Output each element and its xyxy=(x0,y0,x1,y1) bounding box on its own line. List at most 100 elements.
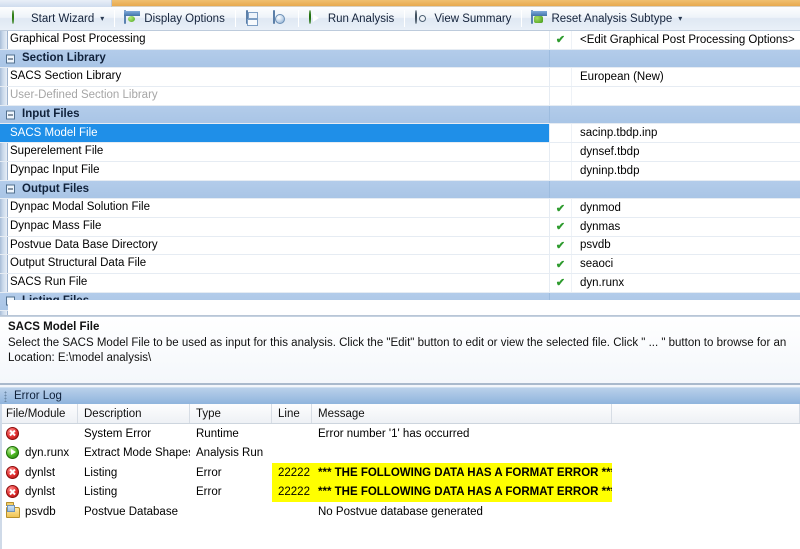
grid-row-name-cell[interactable]: Postvue Data Base Directory xyxy=(0,236,550,255)
grid-item-row[interactable]: Dynpac Modal Solution File ✔ dynmod xyxy=(0,199,800,218)
error-log-empty-area xyxy=(0,527,800,549)
column-header-description[interactable]: Description xyxy=(78,404,190,423)
grid-item-row[interactable]: Output Structural Data File ✔ seaoci xyxy=(0,255,800,274)
grid-row-name-cell[interactable]: Superelement File xyxy=(0,143,550,161)
reset-analysis-subtype-button[interactable]: Reset Analysis Subtype ▾ xyxy=(526,9,687,29)
grid-row-checkmark-icon[interactable] xyxy=(550,68,572,87)
start-wizard-chevron-down-icon[interactable]: ▾ xyxy=(100,14,104,23)
grid-row-label: SACS Model File xyxy=(10,126,98,139)
save-icon xyxy=(245,9,261,27)
grid-row-checkmark-icon[interactable] xyxy=(550,106,572,124)
grid-item-row[interactable]: Superelement File dynsef.tbdp xyxy=(0,143,800,162)
grid-row-checkmark-icon[interactable]: ✔ xyxy=(550,217,572,236)
grid-row-name-cell[interactable]: Dynpac Mass File xyxy=(0,217,550,236)
grid-item-row[interactable]: Graphical Post Processing ✔ <Edit Graphica… xyxy=(0,31,800,50)
grid-row-value-cell[interactable] xyxy=(572,181,800,199)
error-icon xyxy=(6,485,21,499)
grid-row-value-cell[interactable]: seaoci xyxy=(572,255,800,273)
grid-row-value-cell[interactable]: dynsef.tbdp xyxy=(572,143,800,161)
grid-row-value-cell[interactable]: dynmod xyxy=(572,199,800,217)
grid-item-row[interactable]: Dynpac Mass File ✔ dynmas xyxy=(0,217,800,237)
grid-group-row[interactable]: Input Files xyxy=(0,105,800,125)
error-log-row[interactable]: psvdb Postvue Database No Postvue database… xyxy=(0,502,800,522)
grid-row-value-cell[interactable]: psvdb xyxy=(572,237,800,255)
grid-row-value-cell[interactable] xyxy=(572,106,800,124)
reset-analysis-subtype-chevron-down-icon[interactable]: ▾ xyxy=(678,14,682,23)
grid-row-checkmark-icon[interactable]: ✔ xyxy=(550,31,572,49)
column-header-file-module[interactable]: File/Module xyxy=(0,404,78,423)
grid-row-value-cell[interactable] xyxy=(572,50,800,68)
error-log-cell-line xyxy=(272,502,312,522)
grid-row-value-cell[interactable] xyxy=(572,87,800,105)
grid-row-checkmark-icon[interactable] xyxy=(550,124,572,143)
error-log-cell-file: dyn.runx xyxy=(0,444,78,464)
grid-row-name-cell[interactable]: SACS Run File xyxy=(0,273,550,292)
grid-item-row[interactable]: SACS Section Library European (New) xyxy=(0,68,800,88)
grid-row-name-cell[interactable]: User-Defined Section Library xyxy=(0,87,550,105)
grid-item-row[interactable]: User-Defined Section Library xyxy=(0,87,800,106)
grid-item-row[interactable]: Dynpac Input File dyninp.tbdp xyxy=(0,161,800,181)
grid-row-value-cell[interactable]: European (New) xyxy=(572,68,800,86)
column-header-extra[interactable] xyxy=(612,404,800,423)
grid-row-label: SACS Section Library xyxy=(10,70,122,83)
grid-row-name-cell[interactable]: Dynpac Modal Solution File xyxy=(0,199,550,217)
grid-row-name-cell[interactable]: Input Files xyxy=(0,105,550,124)
grid-row-value-cell[interactable]: <Edit Graphical Post Processing Options> xyxy=(572,31,800,49)
grid-row-value-cell[interactable]: dyninp.tbdp xyxy=(572,162,800,180)
run-analysis-button[interactable]: Run Analysis xyxy=(303,9,399,29)
grid-item-row[interactable]: SACS Run File ✔ dyn.runx xyxy=(0,273,800,293)
grid-row-checkmark-icon[interactable] xyxy=(550,50,572,68)
grid-row-checkmark-icon[interactable]: ✔ xyxy=(550,199,572,217)
analysis-options-grid[interactable]: Graphical Post Processing ✔ <Edit Graphica… xyxy=(0,31,800,316)
view-summary-button[interactable]: View Summary xyxy=(409,9,516,29)
grid-row-name-cell[interactable]: Dynpac Input File xyxy=(0,161,550,180)
grid-item-row[interactable]: Postvue Data Base Directory ✔ psvdb xyxy=(0,236,800,256)
grid-row-name-cell[interactable]: Graphical Post Processing xyxy=(0,31,550,49)
collapse-minus-icon[interactable] xyxy=(6,110,15,120)
column-header-message[interactable]: Message xyxy=(312,404,612,423)
grid-row-name-cell[interactable]: SACS Model File xyxy=(0,124,550,143)
collapse-minus-icon[interactable] xyxy=(6,54,15,64)
grid-row-name-cell[interactable]: Section Library xyxy=(0,49,550,68)
grid-row-checkmark-icon[interactable]: ✔ xyxy=(550,255,572,273)
grid-empty-area xyxy=(8,300,800,315)
grid-row-checkmark-icon[interactable] xyxy=(550,181,572,199)
error-log-titlebar[interactable]: Error Log xyxy=(0,387,800,404)
display-options-button[interactable]: Display Options xyxy=(119,9,230,29)
grid-row-name-cell[interactable]: SACS Section Library xyxy=(0,68,550,87)
grid-row-value-cell[interactable]: sacinp.tbdp.inp xyxy=(572,124,800,142)
error-log-cell-line: 22222 xyxy=(272,463,312,483)
toolbar-separator xyxy=(114,10,116,27)
start-wizard-label: Start Wizard xyxy=(31,12,95,25)
reset-icon xyxy=(531,9,547,27)
grid-row-label: Graphical Post Processing xyxy=(10,33,146,46)
save-button[interactable] xyxy=(240,9,266,29)
column-header-type[interactable]: Type xyxy=(190,404,272,423)
active-tab[interactable] xyxy=(0,0,112,7)
grid-item-row[interactable]: SACS Model File sacinp.tbdp.inp xyxy=(0,124,800,144)
grid-group-row[interactable]: Output Files xyxy=(0,180,800,200)
grid-row-checkmark-icon[interactable] xyxy=(550,87,572,105)
grid-row-value-cell[interactable]: dyn.runx xyxy=(572,274,800,292)
error-log-row[interactable]: dynlst Listing Error 22222 *** THE FOLLOWING… xyxy=(0,463,800,483)
drag-handle-icon[interactable] xyxy=(4,391,7,402)
grid-row-name-cell[interactable]: Output Files xyxy=(0,180,550,199)
collapse-minus-icon[interactable] xyxy=(6,184,15,194)
grid-row-label: Dynpac Mass File xyxy=(10,219,102,232)
grid-row-name-cell[interactable]: Output Structural Data File xyxy=(0,255,550,273)
column-header-line[interactable]: Line xyxy=(272,404,312,423)
grid-row-checkmark-icon[interactable]: ✔ xyxy=(550,236,572,255)
error-log-row[interactable]: dynlst Listing Error 22222 *** THE FOLLOWING… xyxy=(0,482,800,502)
grid-row-checkmark-icon[interactable] xyxy=(550,143,572,161)
error-log-row[interactable]: dyn.runx Extract Mode Shapes Analysis Run xyxy=(0,444,800,464)
save-as-button[interactable] xyxy=(267,9,293,29)
error-log-file-label: dynlst xyxy=(25,486,56,499)
grid-row-checkmark-icon[interactable] xyxy=(550,161,572,180)
error-log-row[interactable]: System Error Runtime Error number '1' has … xyxy=(0,424,800,444)
error-log-cell-type: Analysis Run xyxy=(196,447,264,460)
start-wizard-button[interactable]: Start Wizard ▾ xyxy=(6,9,109,29)
grid-row-checkmark-icon[interactable]: ✔ xyxy=(550,273,572,292)
toolbar-separator xyxy=(234,10,236,27)
grid-row-value-cell[interactable]: dynmas xyxy=(572,218,800,236)
grid-group-row[interactable]: Section Library xyxy=(0,49,800,69)
